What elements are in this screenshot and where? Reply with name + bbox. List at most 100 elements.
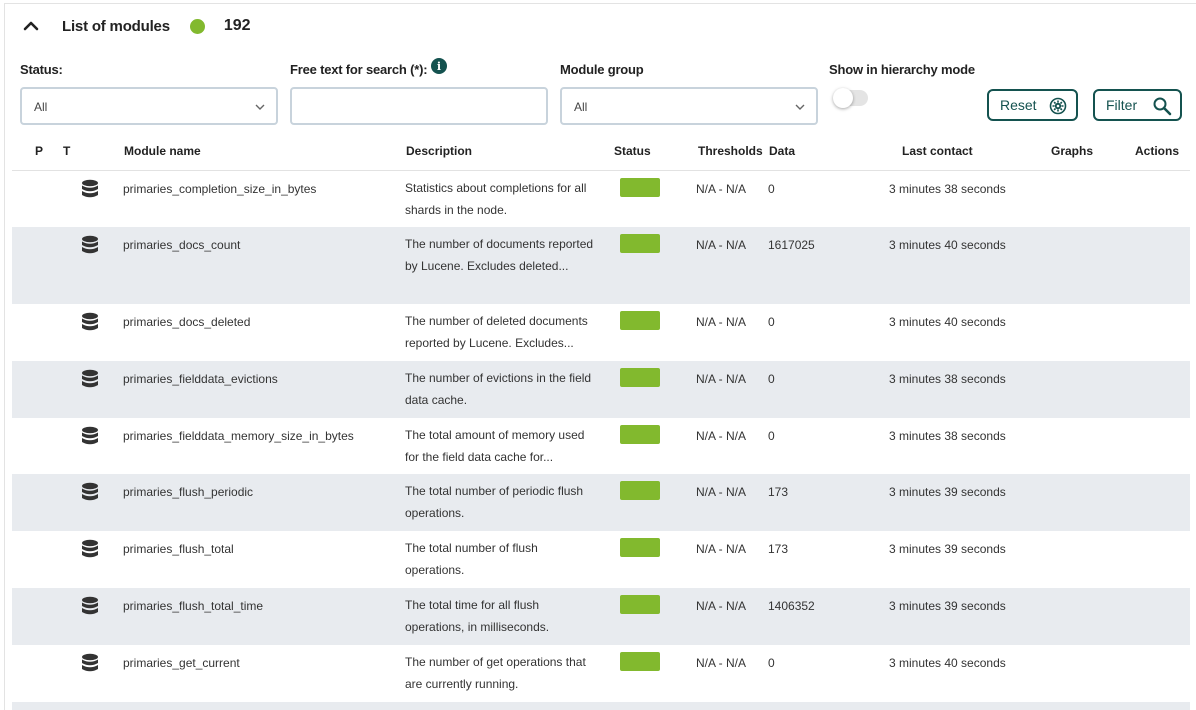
- module-thresholds: N/A - N/A: [696, 485, 747, 499]
- hierarchy-toggle[interactable]: [833, 88, 868, 108]
- module-data: 1617025: [768, 238, 815, 252]
- module-thresholds: N/A - N/A: [696, 599, 747, 613]
- module-last-contact: 3 minutes 38 seconds: [889, 182, 1006, 196]
- module-data: 173: [768, 542, 789, 556]
- module-name[interactable]: primaries_fielddata_evictions: [123, 372, 278, 386]
- col-module-name[interactable]: Module name: [124, 144, 201, 158]
- col-data[interactable]: Data: [769, 144, 795, 158]
- status-indicator: [620, 595, 660, 614]
- module-group-label: Module group: [560, 62, 644, 77]
- database-icon: [82, 179, 98, 198]
- module-description: The number of deleted documents reported…: [405, 314, 588, 350]
- module-name[interactable]: primaries_fielddata_memory_size_in_bytes: [123, 429, 354, 443]
- status-indicator: [620, 481, 660, 500]
- database-icon: [82, 482, 98, 501]
- filter-button[interactable]: Filter: [1093, 89, 1182, 121]
- filter-button-label: Filter: [1106, 97, 1138, 113]
- chevron-down-icon: [795, 104, 805, 110]
- module-name[interactable]: primaries_docs_deleted: [123, 315, 250, 329]
- table-row[interactable]: primaries_docs_count The number of docume…: [12, 227, 1190, 304]
- module-count: 192: [223, 17, 251, 34]
- table-row[interactable]: primaries_completion_size_in_bytes Statis…: [12, 171, 1190, 227]
- reset-icon: [1049, 97, 1067, 115]
- reset-button[interactable]: Reset: [987, 89, 1078, 121]
- database-icon: [82, 653, 98, 672]
- module-name[interactable]: primaries_docs_count: [123, 238, 240, 252]
- status-select[interactable]: All: [20, 87, 278, 125]
- module-data: 0: [768, 182, 775, 196]
- database-icon: [82, 312, 98, 331]
- search-label: Free text for search (*):: [290, 62, 428, 77]
- database-icon: [82, 235, 98, 254]
- database-icon: [82, 539, 98, 558]
- database-icon: [82, 596, 98, 615]
- table-row[interactable]: primaries_flush_periodic The total number…: [12, 474, 1190, 531]
- database-icon: [82, 426, 98, 445]
- col-actions: Actions: [1135, 144, 1180, 158]
- col-t[interactable]: T: [63, 144, 70, 158]
- panel-title: List of modules: [62, 17, 170, 35]
- module-description: The number of documents reported by Luce…: [405, 237, 594, 273]
- module-data: 0: [768, 372, 775, 386]
- table-row[interactable]: primaries_flush_total_time The total time…: [12, 588, 1190, 645]
- module-last-contact: 3 minutes 40 seconds: [889, 315, 1006, 329]
- module-name[interactable]: primaries_flush_total_time: [123, 599, 263, 613]
- module-thresholds: N/A - N/A: [696, 182, 747, 196]
- table-row[interactable]: primaries_get_current The number of get o…: [12, 645, 1190, 702]
- col-status[interactable]: Status: [614, 144, 651, 158]
- module-last-contact: 3 minutes 38 seconds: [889, 372, 1006, 386]
- module-data: 0: [768, 429, 775, 443]
- module-name[interactable]: primaries_completion_size_in_bytes: [123, 182, 316, 196]
- database-icon: [82, 369, 98, 388]
- col-description[interactable]: Description: [406, 144, 472, 158]
- toggle-knob[interactable]: [833, 88, 853, 108]
- module-group-select[interactable]: All: [560, 87, 818, 125]
- status-indicator: [620, 652, 660, 671]
- module-last-contact: 3 minutes 40 seconds: [889, 656, 1006, 670]
- module-data: 0: [768, 656, 775, 670]
- module-description: The total amount of memory used for the …: [405, 428, 585, 464]
- module-name[interactable]: primaries_get_current: [123, 656, 240, 670]
- magnifier-icon: [1153, 97, 1172, 116]
- col-graphs: Graphs: [1051, 144, 1094, 158]
- module-thresholds: N/A - N/A: [696, 542, 747, 556]
- module-name[interactable]: primaries_flush_total: [123, 542, 234, 556]
- status-dot: [189, 18, 205, 34]
- table-row[interactable]: primaries_fielddata_evictions The number …: [12, 361, 1190, 418]
- module-last-contact: 3 minutes 40 seconds: [889, 238, 1006, 252]
- module-group-value: All: [574, 100, 588, 114]
- status-indicator: [620, 178, 660, 197]
- col-last-contact[interactable]: Last contact: [902, 144, 973, 158]
- table-row[interactable]: primaries_docs_deleted The number of dele…: [12, 304, 1190, 361]
- chevron-down-icon: [255, 104, 265, 110]
- search-input[interactable]: [290, 87, 548, 125]
- module-description: The number of evictions in the field dat…: [405, 371, 592, 407]
- col-thresholds[interactable]: Thresholds: [698, 144, 763, 158]
- info-icon[interactable]: i: [431, 58, 447, 74]
- table-row[interactable]: primaries_fielddata_memory_size_in_bytes…: [12, 418, 1190, 474]
- module-description: Statistics about completions for all sha…: [405, 181, 587, 217]
- module-description: The total number of flush operations.: [405, 541, 538, 577]
- status-indicator: [620, 234, 660, 253]
- module-data: 1406352: [768, 599, 815, 613]
- module-description: The total time for all flush operations,…: [405, 598, 550, 634]
- module-thresholds: N/A - N/A: [696, 429, 747, 443]
- status-select-value: All: [34, 100, 48, 114]
- module-description: The total number of periodic flush opera…: [405, 484, 584, 520]
- module-last-contact: 3 minutes 39 seconds: [889, 599, 1006, 613]
- status-indicator: [620, 311, 660, 330]
- module-thresholds: N/A - N/A: [696, 238, 747, 252]
- panel-header[interactable]: List of modules 192: [22, 14, 251, 38]
- module-name[interactable]: primaries_flush_periodic: [123, 485, 253, 499]
- col-p[interactable]: P: [35, 144, 43, 158]
- module-thresholds: N/A - N/A: [696, 656, 747, 670]
- chevron-up-icon[interactable]: [22, 17, 40, 35]
- status-filter-label: Status:: [20, 62, 63, 77]
- reset-button-label: Reset: [1000, 97, 1037, 113]
- status-indicator: [620, 425, 660, 444]
- hierarchy-label: Show in hierarchy mode: [829, 62, 975, 77]
- module-last-contact: 3 minutes 39 seconds: [889, 542, 1006, 556]
- module-last-contact: 3 minutes 38 seconds: [889, 429, 1006, 443]
- table-row[interactable]: primaries_flush_total The total number of…: [12, 531, 1190, 588]
- status-indicator: [620, 368, 660, 387]
